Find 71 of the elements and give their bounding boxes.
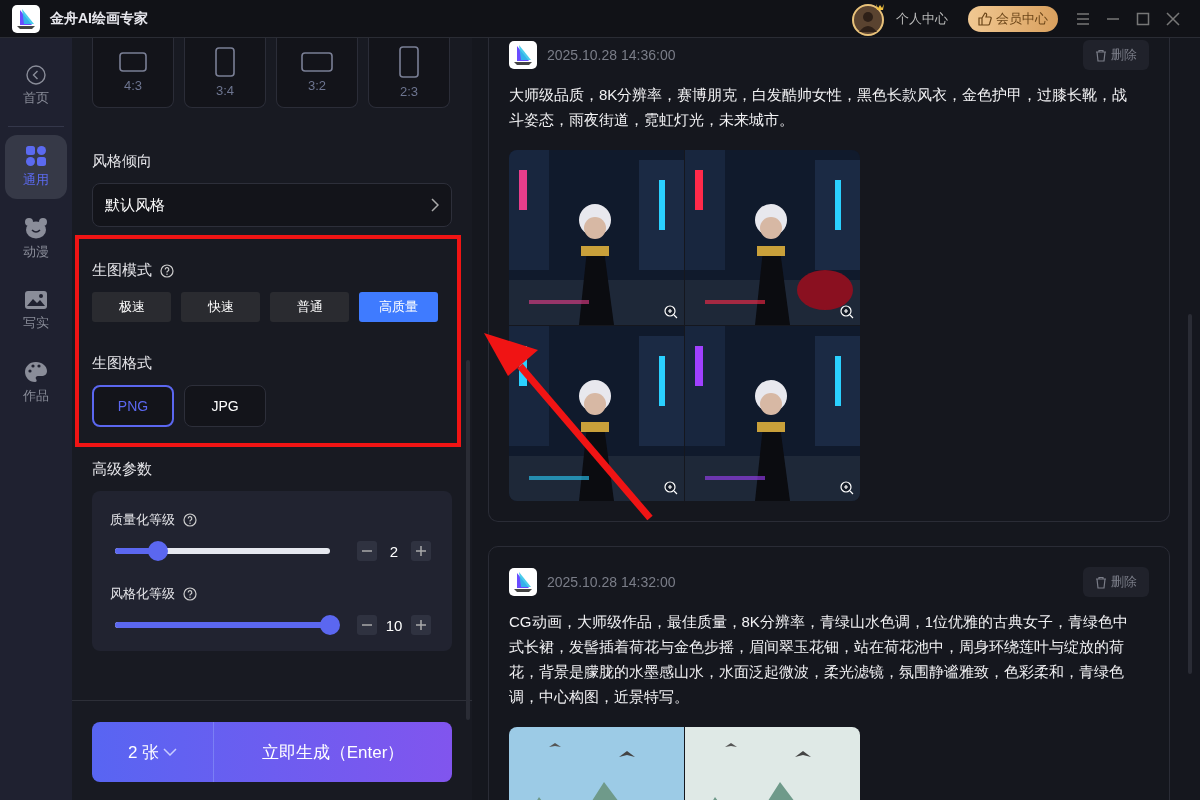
home-nav-item[interactable]: 首页 [5, 54, 67, 118]
param-label: 质量化等级 [110, 511, 175, 529]
aspect-ratio-option[interactable]: 3:2 [276, 38, 358, 108]
plus-icon [416, 546, 426, 556]
timestamp: 2025.10.28 14:36:00 [547, 47, 677, 63]
mode-option[interactable]: 高质量 [359, 292, 438, 322]
ratio-frame-icon [301, 52, 333, 72]
palette-icon [24, 361, 48, 383]
trash-icon [1095, 575, 1107, 589]
profile-link[interactable]: 个人中心 [896, 9, 948, 28]
plus-icon [416, 620, 426, 630]
sidebar-item[interactable]: 作品 [5, 351, 67, 415]
generate-button[interactable]: 立即生成（Enter） [214, 722, 452, 782]
sidebar-item[interactable]: 动漫 [5, 207, 67, 271]
count-dropdown[interactable]: 2 张 [92, 722, 214, 782]
mode-option[interactable]: 极速 [92, 292, 171, 322]
section-label: 风格倾向 [92, 152, 152, 171]
maximize-icon [1136, 11, 1150, 26]
app-title: 金舟AI绘画专家 [50, 9, 148, 28]
increment-button[interactable] [411, 615, 431, 635]
zoom-icon[interactable] [840, 305, 854, 319]
sidebar-item[interactable]: 写实 [5, 279, 67, 343]
avatar-icon[interactable] [852, 1, 886, 36]
grid-icon [25, 145, 47, 167]
aspect-ratio-option[interactable]: 4:3 [92, 38, 174, 108]
ratio-frame-icon [119, 52, 147, 72]
app-logo-icon [509, 41, 537, 69]
aspect-ratio-option[interactable]: 2:3 [368, 38, 450, 108]
thumbs-up-icon [978, 11, 992, 26]
mode-option[interactable]: 普通 [270, 292, 349, 322]
back-icon [26, 65, 46, 85]
prompt-text: CG动画，大师级作品，最佳质量，8K分辨率，青绿山水色调，1位优雅的古典女子，青绿色中式长裙，发髻插着荷花与金色步摇，眉间翠玉花钿，站在荷花池中，周身环绕莲叶与绽放的荷花，背景是朦胧的水墨感山水，水面泛起微波，柔光滤镜，氛围静谧雅致，色彩柔和，青绿色调，中心构图，近景特写。 [509, 612, 1130, 707]
zoom-icon[interactable] [664, 481, 678, 495]
trash-icon [1095, 48, 1107, 62]
prompt-text: 大师级品质，8K分辨率，赛博朋克，白发酷帅女性，黑色长款风衣，金色护甲，过膝长靴，战斗姿态，雨夜街道，霓虹灯光，未来城市。 [509, 85, 1129, 130]
increment-button[interactable] [411, 541, 431, 561]
slider-thumb[interactable] [148, 541, 168, 561]
app-logo-icon [12, 4, 40, 33]
section-label: 生图格式 [92, 354, 152, 373]
help-icon[interactable] [183, 513, 197, 527]
zoom-icon[interactable] [840, 481, 854, 495]
format-option[interactable]: JPG [184, 385, 266, 427]
chevron-down-icon [163, 748, 178, 756]
aspect-ratio-option[interactable]: 3:4 [184, 38, 266, 108]
style-select[interactable]: 默认风格 [92, 183, 452, 227]
help-icon[interactable] [160, 263, 174, 278]
bear-icon [24, 217, 48, 239]
param-value: 2 [388, 542, 400, 560]
decrement-button[interactable] [357, 541, 377, 561]
timestamp: 2025.10.28 14:32:00 [547, 574, 677, 590]
vip-button[interactable]: 会员中心 [968, 5, 1058, 32]
zoom-icon[interactable] [664, 305, 678, 319]
help-icon[interactable] [183, 587, 197, 601]
format-option[interactable]: PNG [92, 385, 174, 427]
section-label: 生图模式 [92, 261, 152, 280]
close-icon [1166, 11, 1180, 26]
ratio-frame-icon [215, 47, 235, 77]
mode-option[interactable]: 快速 [181, 292, 260, 322]
delete-button[interactable]: 删除 [1083, 567, 1149, 597]
param-value: 10 [384, 616, 404, 634]
chevron-right-icon [431, 198, 439, 212]
delete-button[interactable]: 删除 [1083, 40, 1149, 70]
section-label: 高级参数 [92, 460, 152, 479]
sidebar-item[interactable]: 通用 [5, 135, 67, 199]
image-icon [24, 290, 48, 310]
ratio-frame-icon [399, 46, 419, 78]
menu-icon [1076, 12, 1090, 25]
app-logo-icon [509, 568, 537, 596]
param-label: 风格化等级 [110, 585, 175, 603]
decrement-button[interactable] [357, 615, 377, 635]
slider-thumb[interactable] [320, 615, 340, 635]
